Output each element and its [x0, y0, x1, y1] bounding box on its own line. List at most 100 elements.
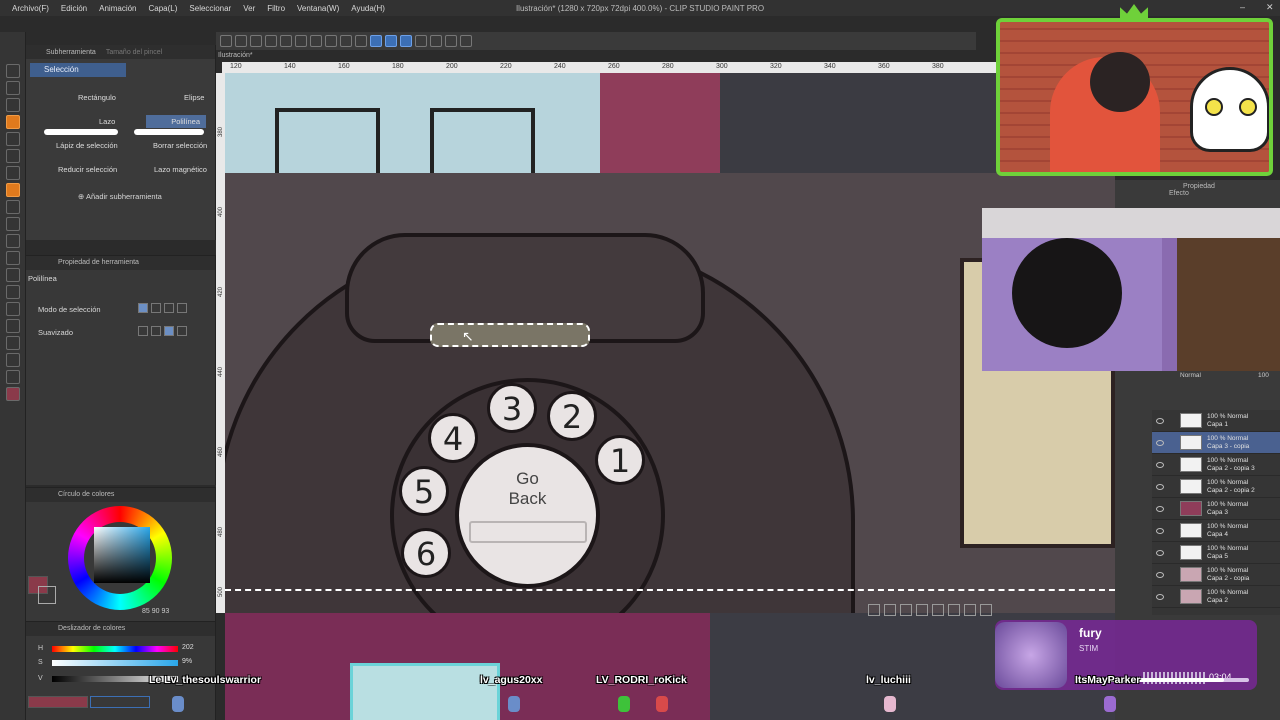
- selection-tool-icon[interactable]: [6, 115, 20, 129]
- subtool-magnetic-lasso[interactable]: Lazo magnético: [154, 165, 207, 174]
- close-icon[interactable]: ✕: [1266, 2, 1274, 13]
- figure-tool-icon[interactable]: [6, 285, 20, 299]
- launcher-button-icon[interactable]: [916, 604, 928, 616]
- export-icon[interactable]: [265, 35, 277, 47]
- tab-property[interactable]: Propiedad: [1183, 183, 1215, 190]
- correct-line-tool-icon[interactable]: [6, 370, 20, 384]
- zoom-tool-icon[interactable]: [6, 64, 20, 78]
- operation-tool-icon[interactable]: [6, 98, 20, 112]
- subtool-lasso[interactable]: Lazo: [99, 117, 115, 126]
- brush-tool-icon[interactable]: [6, 183, 20, 197]
- minimize-icon[interactable]: –: [1240, 2, 1245, 12]
- tab-brush-size[interactable]: Tamaño del pincel: [106, 49, 162, 56]
- tab-subtool[interactable]: Subherramienta: [46, 49, 96, 56]
- menu-layer[interactable]: Capa(L): [143, 4, 184, 13]
- transform-icon[interactable]: [325, 35, 337, 47]
- antialias-weak-icon[interactable]: [151, 326, 161, 336]
- eye-icon[interactable]: [1156, 461, 1164, 468]
- ruler-snap-icon[interactable]: [385, 35, 397, 47]
- subtool-selection-pen[interactable]: Lápiz de selección: [56, 141, 118, 150]
- layer-row[interactable]: 100 % Normal Capa 4: [1152, 520, 1280, 542]
- ruler-tool-icon[interactable]: [6, 319, 20, 333]
- launcher-button-icon[interactable]: [980, 604, 992, 616]
- open-file-icon[interactable]: [235, 35, 247, 47]
- opacity-field[interactable]: 100: [1258, 372, 1269, 379]
- subtool-group-selection[interactable]: Selección: [30, 63, 126, 77]
- layer-row[interactable]: 100 % Normal Capa 2 - copia: [1152, 564, 1280, 586]
- eye-icon[interactable]: [1156, 483, 1164, 490]
- eye-icon[interactable]: [1156, 571, 1164, 578]
- menu-animation[interactable]: Animación: [93, 4, 142, 13]
- add-subtool-button[interactable]: ⊕ Añadir subherramienta: [78, 192, 162, 201]
- blend-mode-select[interactable]: Normal: [1180, 372, 1201, 379]
- hue-slider[interactable]: [52, 646, 178, 652]
- selection-launcher-icon[interactable]: [370, 35, 382, 47]
- layer-row[interactable]: 100 % Normal Capa 2 - copia 2: [1152, 476, 1280, 498]
- subtool-rectangle[interactable]: Rectángulo: [78, 93, 116, 102]
- eyedropper-tool-icon[interactable]: [6, 132, 20, 146]
- launcher-button-icon[interactable]: [900, 604, 912, 616]
- document-tab[interactable]: Ilustración*: [218, 52, 253, 59]
- subtool-erase-selection[interactable]: Borrar selección: [153, 141, 207, 150]
- eye-icon[interactable]: [1156, 593, 1164, 600]
- menu-select[interactable]: Seleccionar: [183, 4, 237, 13]
- gradient-tool-icon[interactable]: [6, 268, 20, 282]
- move-tool-icon[interactable]: [6, 81, 20, 95]
- new-file-icon[interactable]: [220, 35, 232, 47]
- main-color-swatch[interactable]: [6, 387, 20, 401]
- flip-icon[interactable]: [430, 35, 442, 47]
- antialias-medium-icon[interactable]: [164, 326, 174, 336]
- text-tool-icon[interactable]: [6, 336, 20, 350]
- layer-row[interactable]: 100 % Normal Capa 1: [1152, 410, 1280, 432]
- grid-icon[interactable]: [415, 35, 427, 47]
- fit-icon[interactable]: [460, 35, 472, 47]
- launcher-button-icon[interactable]: [948, 604, 960, 616]
- menu-filter[interactable]: Filtro: [261, 4, 291, 13]
- add-selection-icon[interactable]: [151, 303, 161, 313]
- menu-edit[interactable]: Edición: [55, 4, 93, 13]
- menu-window[interactable]: Ventana(W): [291, 4, 345, 13]
- fill-tool-icon[interactable]: [6, 251, 20, 265]
- clear-icon[interactable]: [310, 35, 322, 47]
- blend-tool-icon[interactable]: [6, 234, 20, 248]
- antialias-strong-icon[interactable]: [177, 326, 187, 336]
- redo-icon[interactable]: [295, 35, 307, 47]
- subtool-ellipse[interactable]: Elipse: [184, 93, 204, 102]
- saturation-value-square[interactable]: [94, 527, 150, 583]
- pen-tool-icon[interactable]: [6, 149, 20, 163]
- undo-icon[interactable]: [280, 35, 292, 47]
- deselect-icon[interactable]: [355, 35, 367, 47]
- snap-icon[interactable]: [400, 35, 412, 47]
- new-selection-icon[interactable]: [138, 303, 148, 313]
- airbrush-tool-icon[interactable]: [6, 200, 20, 214]
- eye-icon[interactable]: [1156, 439, 1164, 446]
- menu-view[interactable]: Ver: [237, 4, 261, 13]
- intersect-selection-icon[interactable]: [177, 303, 187, 313]
- layer-row[interactable]: 100 % Normal Capa 3: [1152, 498, 1280, 520]
- launcher-button-icon[interactable]: [884, 604, 896, 616]
- layer-row[interactable]: 100 % Normal Capa 2: [1152, 586, 1280, 608]
- eraser-tool-icon[interactable]: [6, 217, 20, 231]
- antialias-none-icon[interactable]: [138, 326, 148, 336]
- frame-tool-icon[interactable]: [6, 302, 20, 316]
- launcher-button-icon[interactable]: [868, 604, 880, 616]
- layer-row[interactable]: 100 % Normal Capa 2 - copia 3: [1152, 454, 1280, 476]
- subtool-polyline[interactable]: Polilínea: [146, 115, 206, 128]
- eye-icon[interactable]: [1156, 505, 1164, 512]
- layer-row-selected[interactable]: 100 % Normal Capa 3 - copia: [1152, 432, 1280, 454]
- sub-color-swatch[interactable]: [38, 586, 56, 604]
- tab-effect[interactable]: Efecto: [1169, 190, 1189, 197]
- menu-help[interactable]: Ayuda(H): [345, 4, 391, 13]
- menu-file[interactable]: Archivo(F): [6, 4, 55, 13]
- saturation-slider[interactable]: [52, 660, 178, 666]
- save-icon[interactable]: [250, 35, 262, 47]
- launcher-button-icon[interactable]: [964, 604, 976, 616]
- launcher-button-icon[interactable]: [932, 604, 944, 616]
- fill-icon[interactable]: [340, 35, 352, 47]
- eye-icon[interactable]: [1156, 417, 1164, 424]
- balloon-tool-icon[interactable]: [6, 353, 20, 367]
- subtool-shrink-selection[interactable]: Reducir selección: [58, 165, 117, 174]
- pencil-tool-icon[interactable]: [6, 166, 20, 180]
- eye-icon[interactable]: [1156, 549, 1164, 556]
- subtract-selection-icon[interactable]: [164, 303, 174, 313]
